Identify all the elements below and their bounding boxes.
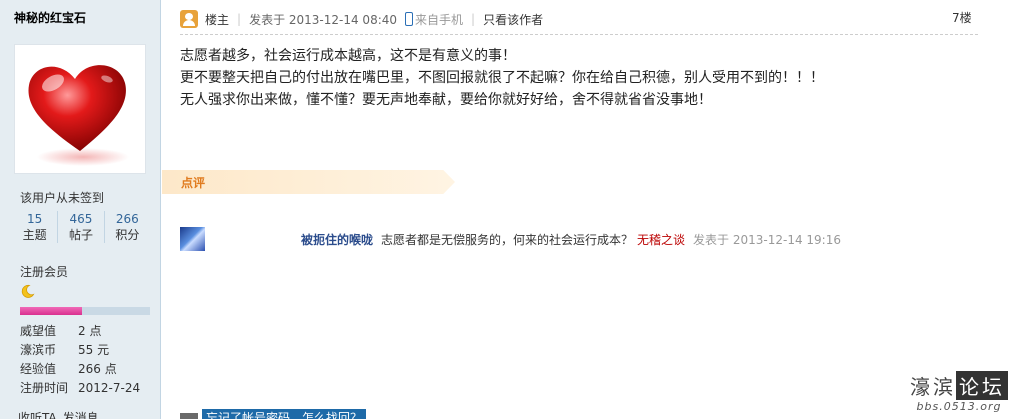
signin-status: 该用户从未签到 [20, 191, 105, 205]
moon-icon [21, 284, 35, 298]
tip-icon [180, 412, 198, 419]
site-watermark: 濠滨 论坛 bbs.0513.org [910, 371, 1008, 413]
dianping-label: 点评 [181, 176, 206, 190]
heart-avatar-icon [28, 65, 129, 166]
user-sidebar: 神秘的红宝石 该用户从未签到 15 主题 465 帖子 266 积分 注册会员 … [0, 0, 161, 419]
only-author-link[interactable]: 只看该作者 [483, 11, 543, 28]
stat-topics[interactable]: 15 主题 [12, 211, 57, 243]
info-label: 经验值 [20, 362, 57, 376]
post-line: 无人强求你出来做，懂不懂？要无声地奉献，要给你就好好给，舍不得就省省没事地！ [180, 92, 712, 108]
info-row: 经验值 266 点 [20, 360, 140, 379]
avatar[interactable] [14, 44, 146, 174]
message-button[interactable]: 发消息 [63, 409, 99, 419]
stat-value[interactable]: 266 [105, 211, 150, 227]
password-tip[interactable]: 忘记了帐号密码，怎么找回？ [180, 409, 367, 419]
stat-label: 帖子 [68, 228, 93, 242]
floor-number[interactable]: 7楼 [952, 9, 972, 26]
divider: | [471, 12, 476, 26]
info-label: 注册时间 [20, 381, 69, 395]
dianping-header: 点评 [162, 170, 455, 194]
user-stats: 15 主题 465 帖子 266 积分 [12, 211, 150, 243]
user-group[interactable]: 注册会员 [20, 263, 68, 280]
comment-time: 发表于 2013-12-14 19:16 [693, 232, 841, 247]
comment-avatar[interactable] [180, 227, 205, 251]
post-header: 楼主 | 发表于 2013-12-14 08:40 来自手机 | 只看该作者 [180, 8, 543, 30]
info-row: 威望值 2 点 [20, 322, 140, 341]
watermark-name-b: 论坛 [956, 371, 1008, 400]
tip-link[interactable]: 忘记了帐号密码，怎么找回？ [202, 409, 367, 419]
info-value: 55 元 [78, 343, 110, 357]
stat-label: 积分 [115, 228, 140, 242]
divider: | [237, 12, 242, 26]
watermark-name-a: 濠滨 [910, 375, 956, 399]
mobile-icon [405, 12, 414, 26]
user-info-list: 威望值 2 点 濠滨币 55 元 经验值 266 点 注册时间 2012-7-2… [20, 322, 140, 398]
info-value: 2 点 [78, 324, 102, 338]
post-source: 来自手机 [415, 12, 464, 27]
post-line: 志愿者越多，社会运行成本越高，这不是有意义的事！ [180, 48, 516, 64]
user-actions: 收听TA 发消息 [18, 409, 99, 419]
header-divider [180, 34, 978, 35]
username-link[interactable]: 神秘的红宝石 [14, 9, 86, 26]
comment-highlight: 无稽之谈 [637, 232, 686, 247]
owner-icon [180, 10, 198, 28]
stat-value[interactable]: 15 [12, 211, 57, 227]
comment-row: 被扼住的喉咙 志愿者都是无偿服务的，何来的社会运行成本？ 无稽之谈 发表于 20… [180, 227, 841, 251]
stat-points[interactable]: 266 积分 [103, 211, 150, 243]
owner-label: 楼主 [205, 12, 230, 27]
info-label: 濠滨币 [20, 343, 57, 357]
watermark-domain: bbs.0513.org [916, 400, 1002, 413]
post-time: 发表于 2013-12-14 08:40 [249, 12, 398, 27]
comment-text: 志愿者都是无偿服务的，何来的社会运行成本？ [381, 232, 634, 247]
follow-button[interactable]: 收听TA [18, 409, 57, 419]
stat-posts[interactable]: 465 帖子 [57, 211, 103, 243]
stat-value[interactable]: 465 [58, 211, 103, 227]
watermark-title: 濠滨 论坛 [910, 371, 1008, 400]
info-row: 濠滨币 55 元 [20, 341, 140, 360]
post-content: 志愿者越多，社会运行成本越高，这不是有意义的事！ 更不要整天把自己的付出放在嘴巴… [180, 45, 824, 111]
info-row: 注册时间 2012-7-24 [20, 379, 140, 398]
info-value: 2012-7-24 [78, 381, 141, 395]
post-line: 更不要整天把自己的付出放在嘴巴里，不图回报就很了不起嘛？你在给自己积德，别人受用… [180, 70, 824, 86]
level-progress-fill [20, 307, 83, 315]
info-label: 威望值 [20, 324, 57, 338]
info-value: 266 点 [78, 362, 117, 376]
comment-user-link[interactable]: 被扼住的喉咙 [301, 231, 373, 248]
level-progress-bar [20, 307, 150, 315]
stat-label: 主题 [22, 228, 47, 242]
